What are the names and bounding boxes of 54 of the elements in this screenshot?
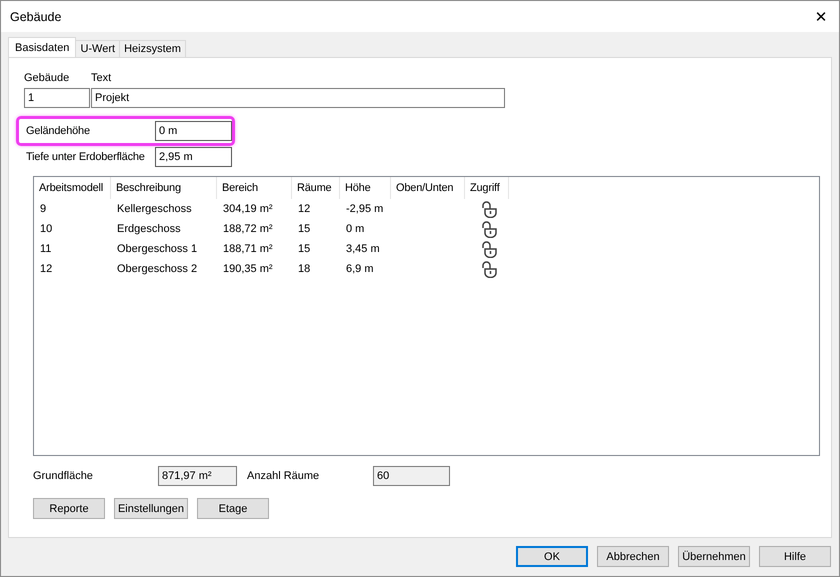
field-label: Anzahl Räume <box>247 470 320 482</box>
depth-field[interactable]: 2,95 m <box>155 147 232 167</box>
column-header[interactable]: Räume <box>292 177 340 199</box>
table-cell-text: 12 <box>39 263 54 275</box>
table-cell-text: 10 <box>39 223 54 235</box>
column-header[interactable]: Zugriff <box>465 177 509 199</box>
field-label: Text <box>91 72 112 86</box>
table-cell-text: 190,35 m² <box>222 263 274 275</box>
dialog-button[interactable]: Hilfe <box>759 546 831 567</box>
panel-button[interactable]: Etage <box>197 498 269 519</box>
table-cell-text: 6,9 m <box>345 263 375 275</box>
text-field[interactable]: Projekt <box>91 88 505 108</box>
table-cell-text: Obergeschoss 2 <box>116 263 198 275</box>
table-cell-text: 188,71 m² <box>222 243 274 255</box>
table-cell-text: Kellergeschoss <box>116 203 193 215</box>
dialog-button[interactable]: OK <box>516 546 588 567</box>
table-cell-text: 0 m <box>345 223 366 235</box>
table-cell-text: 11 <box>39 243 52 255</box>
table-cell-text: -2,95 m <box>345 203 384 215</box>
field-label: Geländehöhe <box>26 125 91 137</box>
open-lock-icon[interactable] <box>482 240 498 258</box>
panel-button[interactable]: Reporte <box>33 498 105 519</box>
close-button[interactable]: ✕ <box>803 2 839 32</box>
table-cell-text: 3,45 m <box>345 243 381 255</box>
column-header[interactable]: Bereich <box>217 177 292 199</box>
table-cell-text: 15 <box>297 223 312 235</box>
dialog-button[interactable]: Übernehmen <box>678 546 750 567</box>
table-cell-text: 188,72 m² <box>222 223 274 235</box>
floor-area-field[interactable]: 871,97 m² <box>158 466 237 486</box>
table-cell-text: 18 <box>297 263 312 275</box>
field-label: Gebäude <box>24 72 70 86</box>
room-count-field[interactable]: 60 <box>373 466 450 486</box>
window-title: Gebäude <box>10 10 62 24</box>
column-header[interactable]: Beschreibung <box>111 177 217 199</box>
column-header[interactable]: Arbeitsmodell <box>34 177 111 199</box>
tab[interactable]: Heizsystem <box>119 40 186 57</box>
field-label: Grundfläche <box>33 470 94 482</box>
open-lock-icon[interactable] <box>482 200 498 218</box>
building-number-field[interactable]: 1 <box>24 88 90 108</box>
table-cell-text: 15 <box>297 243 312 255</box>
terrain-height-field[interactable]: 0 m <box>155 121 232 141</box>
field-label: Tiefe unter Erdoberfläche <box>26 151 146 163</box>
table-cell-text: Erdgeschoss <box>116 223 182 235</box>
panel-button[interactable]: Einstellungen <box>114 498 188 519</box>
table-cell-text: 304,19 m² <box>222 203 274 215</box>
table-cell-text: 12 <box>297 203 312 215</box>
table-cell-text: Obergeschoss 1 <box>116 243 198 255</box>
column-header[interactable]: Oben/Unten <box>391 177 465 199</box>
open-lock-icon[interactable] <box>482 260 498 278</box>
tab[interactable]: Basisdaten <box>8 37 76 57</box>
table-cell-text: 9 <box>39 203 48 215</box>
open-lock-icon[interactable] <box>482 220 498 238</box>
column-header[interactable]: Höhe <box>340 177 391 199</box>
dialog-button[interactable]: Abbrechen <box>597 546 669 567</box>
